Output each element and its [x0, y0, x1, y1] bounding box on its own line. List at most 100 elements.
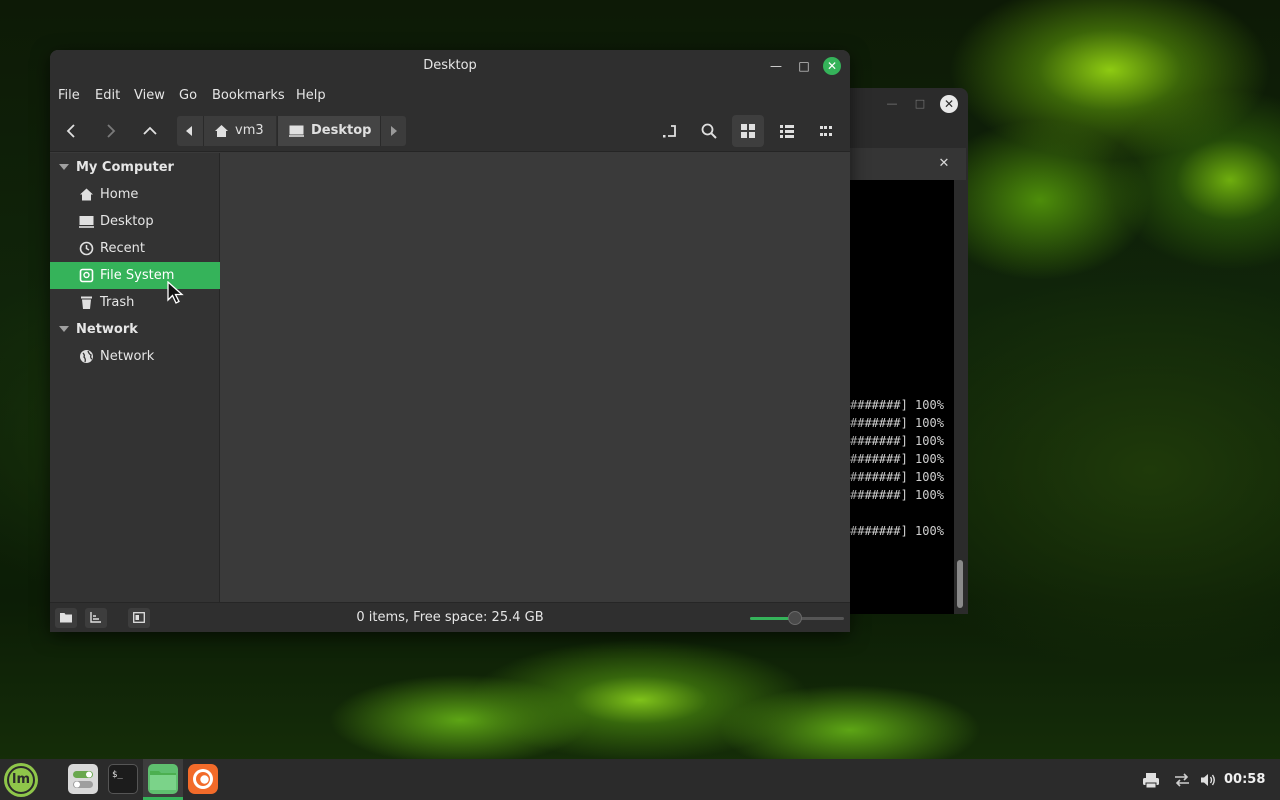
sidebar-section-network[interactable]: Network	[50, 316, 220, 343]
sidebar-toggle-icon	[133, 612, 145, 623]
mouse-pointer-icon	[167, 281, 184, 304]
list-view-icon	[780, 125, 794, 138]
terminal-line: #######] 100%	[850, 470, 944, 484]
list-view-button[interactable]	[771, 115, 803, 147]
arrow-right-icon	[391, 126, 397, 136]
globe-icon	[80, 350, 93, 363]
compact-view-button[interactable]	[810, 115, 842, 147]
zoom-slider-handle[interactable]	[788, 611, 802, 625]
toolbar: vm3 Desktop	[50, 110, 850, 152]
chevron-right-icon	[107, 124, 116, 138]
sidebar: My Computer Home Desktop Recent File Sys…	[50, 153, 220, 602]
up-button[interactable]	[134, 115, 166, 147]
menu-edit[interactable]: Edit	[95, 82, 120, 110]
sidebar-section-my-computer[interactable]: My Computer	[50, 154, 220, 181]
zoom-slider[interactable]	[750, 611, 844, 625]
compact-view-icon	[820, 126, 832, 136]
volume-icon[interactable]	[1199, 771, 1217, 789]
drive-icon	[79, 268, 94, 283]
file-manager-window[interactable]: Desktop — □ ✕ File Edit View Go Bookmark…	[50, 50, 850, 632]
trash-icon	[81, 296, 92, 309]
chevron-up-icon	[143, 126, 157, 135]
minimize-button[interactable]: —	[767, 57, 785, 75]
status-text: 0 items, Free space: 25.4 GB	[356, 610, 544, 625]
sidebar-item-label: Recent	[100, 241, 145, 256]
toggle-location-icon	[663, 125, 676, 138]
terminal-tab-close-icon[interactable]: ✕	[936, 156, 952, 172]
maximize-button[interactable]: □	[795, 57, 813, 75]
terminal-titlebar[interactable]: — □ ✕	[846, 88, 968, 120]
menu-help[interactable]: Help	[296, 82, 326, 110]
terminal-scrollbar-thumb[interactable]	[957, 560, 963, 608]
breadcrumb-scroll-right-button[interactable]	[380, 116, 406, 146]
mint-logo-icon: lm	[11, 772, 30, 787]
start-menu-button[interactable]: lm	[4, 763, 38, 797]
show-treeview-button[interactable]	[85, 608, 107, 628]
terminal-line: #######] 100%	[850, 488, 944, 502]
desktop-icon	[79, 216, 94, 228]
arrow-left-icon	[186, 126, 192, 136]
sidebar-item-label: Home	[100, 187, 139, 202]
settings-launcher[interactable]	[68, 764, 98, 794]
sidebar-item-desktop[interactable]: Desktop	[50, 208, 220, 235]
network-icon[interactable]	[1173, 771, 1191, 789]
terminal-tab[interactable]: ✕	[846, 148, 966, 180]
files-launcher[interactable]	[148, 764, 178, 794]
terminal-line: #######] 100%	[850, 524, 944, 538]
home-icon	[80, 188, 93, 201]
menu-view[interactable]: View	[134, 82, 165, 110]
sidebar-item-label: Network	[100, 349, 155, 364]
terminal-line: #######] 100%	[850, 452, 944, 466]
sidebar-item-label: Desktop	[100, 214, 154, 229]
breadcrumb-label: vm3	[235, 123, 264, 138]
sidebar-item-recent[interactable]: Recent	[50, 235, 220, 262]
menu-go[interactable]: Go	[179, 82, 197, 110]
expander-caret-icon[interactable]	[59, 164, 69, 170]
search-icon	[701, 123, 717, 139]
show-places-button[interactable]	[55, 608, 77, 628]
sidebar-item-trash[interactable]: Trash	[50, 289, 220, 316]
terminal-line: #######] 100%	[850, 416, 944, 430]
settings-toggle-icon	[73, 771, 93, 788]
breadcrumb-desktop[interactable]: Desktop	[277, 116, 380, 146]
sidebar-item-home[interactable]: Home	[50, 181, 220, 208]
icon-view-button[interactable]	[732, 115, 764, 147]
terminal-launcher[interactable]: $_	[108, 764, 138, 794]
terminal-maximize-button[interactable]: □	[912, 96, 928, 112]
sidebar-item-label: Trash	[100, 295, 135, 310]
window-title: Desktop	[423, 58, 477, 73]
menubar: File Edit View Go Bookmarks Help	[50, 82, 850, 110]
terminal-line: #######] 100%	[850, 398, 944, 412]
back-button[interactable]	[56, 115, 88, 147]
folder-icon	[150, 771, 176, 790]
breadcrumb-home[interactable]: vm3	[203, 116, 276, 146]
toggle-location-button[interactable]	[654, 115, 686, 147]
close-button[interactable]: ✕	[823, 57, 841, 75]
printer-icon[interactable]	[1142, 771, 1160, 789]
folder-icon	[60, 613, 72, 623]
terminal-line: #######] 100%	[850, 434, 944, 448]
terminal-output[interactable]: #######] 100% #######] 100% #######] 100…	[850, 180, 954, 614]
home-icon	[215, 125, 228, 137]
breadcrumb-scroll-left-button[interactable]	[177, 116, 203, 146]
window-titlebar[interactable]: Desktop — □ ✕	[50, 50, 850, 82]
file-view-area[interactable]	[221, 153, 850, 602]
hide-sidebar-button[interactable]	[128, 608, 150, 628]
terminal-scrollbar[interactable]	[954, 180, 966, 614]
search-button[interactable]	[693, 115, 725, 147]
sidebar-item-label: File System	[100, 268, 175, 283]
breadcrumb-label: Desktop	[311, 123, 372, 138]
terminal-window[interactable]: — □ ✕ ✕ #######] 100% #######] 100% ####…	[846, 88, 968, 614]
menu-file[interactable]: File	[58, 82, 80, 110]
firefox-launcher[interactable]	[188, 764, 218, 794]
clock[interactable]: 00:58	[1224, 759, 1265, 800]
terminal-close-button[interactable]: ✕	[940, 95, 958, 113]
forward-button[interactable]	[94, 115, 126, 147]
firefox-icon	[193, 769, 213, 789]
expander-caret-icon[interactable]	[59, 326, 69, 332]
menu-bookmarks[interactable]: Bookmarks	[212, 82, 285, 110]
sidebar-item-network[interactable]: Network	[50, 343, 220, 370]
sidebar-item-file-system[interactable]: File System	[50, 262, 220, 289]
terminal-minimize-button[interactable]: —	[884, 96, 900, 112]
terminal-prompt-icon: $_	[112, 770, 123, 780]
